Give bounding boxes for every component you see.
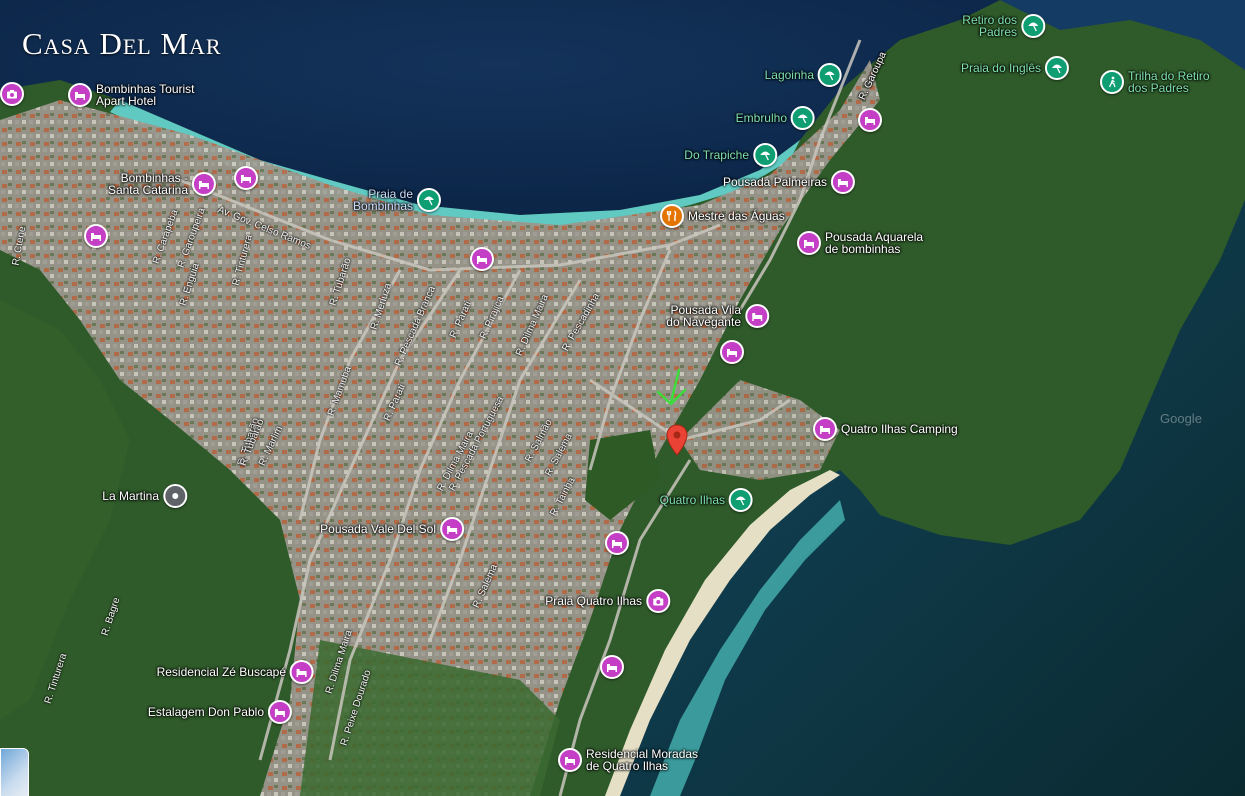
poi-label: Quatro Ilhas [659, 493, 725, 507]
fork-knife-icon [660, 204, 684, 228]
lodging-pin[interactable] [720, 340, 744, 364]
poi-label: Lagoinha [764, 68, 814, 82]
praia-de-bombinhas-poi[interactable]: Praia de Bombinhas [353, 188, 441, 212]
poi-label: Estalagem Don Pablo [147, 705, 264, 719]
camera-icon [0, 82, 24, 106]
bed-icon [831, 170, 855, 194]
mestre-das-aguas-poi[interactable]: Mestre das Águas [660, 204, 785, 228]
hiker-icon [1100, 70, 1124, 94]
poi-label: Trilha do Retiro dos Padres [1128, 69, 1210, 95]
beach-umbrella-icon [791, 106, 815, 130]
poi-label: Mestre das Águas [688, 209, 785, 223]
bombinhas-sc-poi[interactable]: Bombinhas - Santa Catarina [108, 172, 216, 196]
bed-icon [558, 748, 582, 772]
circle-dot-icon [163, 484, 187, 508]
bed-icon [745, 304, 769, 328]
beach-umbrella-icon [417, 188, 441, 212]
poi-label: Pousada Aquarela de bombinhas [825, 230, 924, 256]
beach-umbrella-icon [729, 488, 753, 512]
bed-icon [813, 417, 837, 441]
praia-do-ingles-poi[interactable]: Praia do Inglês [961, 56, 1069, 80]
poi-label: Praia do Inglês [960, 61, 1041, 75]
poi-label: Bombinhas - Santa Catarina [107, 171, 188, 197]
poi-label: Praia Quatro Ilhas [545, 594, 642, 608]
poi-label: Pousada Palmeiras [722, 175, 827, 189]
poi-label: Bombinhas Tourist Apart Hotel [96, 82, 195, 108]
lodging-pin[interactable] [600, 655, 624, 679]
beach-umbrella-icon [1045, 56, 1069, 80]
bed-icon [720, 340, 744, 364]
bed-icon [192, 172, 216, 196]
poi-label: Residencial Moradas de Quatro Ilhas [586, 747, 699, 773]
lodging-pin[interactable] [84, 224, 108, 248]
bed-icon [600, 655, 624, 679]
do-trapiche-poi[interactable]: Do Trapiche [684, 143, 777, 167]
unlabeled-camera-poi[interactable] [0, 82, 28, 106]
poi-label: Do Trapiche [684, 148, 749, 162]
camera-icon [646, 589, 670, 613]
satellite-map[interactable]: Casa Del Mar Bombinhas Tourist Apart Hot… [0, 0, 1245, 796]
pousada-vila-navegante-poi[interactable]: Pousada Vila do Navegante [666, 304, 769, 328]
beach-umbrella-icon [1021, 14, 1045, 38]
poi-label: La Martina [102, 489, 159, 503]
pousada-palmeiras-poi[interactable]: Pousada Palmeiras [723, 170, 855, 194]
bed-icon [470, 247, 494, 271]
poi-label: Pousada Vila do Navegante [666, 303, 741, 329]
estalagem-don-pablo-poi[interactable]: Estalagem Don Pablo [148, 700, 292, 724]
residencial-moradas-poi[interactable]: Residencial Moradas de Quatro Ilhas [558, 748, 698, 772]
embrulho-poi[interactable]: Embrulho [736, 106, 815, 130]
bed-icon [440, 517, 464, 541]
beach-umbrella-icon [818, 63, 842, 87]
la-martina-poi[interactable]: La Martina [102, 484, 187, 508]
lodging-pin[interactable] [470, 247, 494, 271]
praia-quatro-ilhas-poi[interactable]: Praia Quatro Ilhas [545, 589, 670, 613]
pousada-aquarela-poi[interactable]: Pousada Aquarela de bombinhas [797, 231, 923, 255]
bed-icon [268, 700, 292, 724]
poi-label: Pousada Vale Del Sol [320, 522, 436, 536]
map-title: Casa Del Mar [22, 26, 222, 61]
bed-icon [234, 166, 258, 190]
lagoinha-poi[interactable]: Lagoinha [765, 63, 842, 87]
poi-label: Residencial Zé Buscapé [156, 665, 286, 679]
lodging-pin[interactable] [605, 531, 629, 555]
bed-icon [84, 224, 108, 248]
bed-icon [797, 231, 821, 255]
bed-icon [290, 660, 314, 684]
lodging-pin[interactable] [858, 108, 882, 132]
pousada-vale-del-sol-poi[interactable]: Pousada Vale Del Sol [320, 517, 464, 541]
beach-umbrella-icon [753, 143, 777, 167]
quatro-ilhas-poi[interactable]: Quatro Ilhas [660, 488, 753, 512]
layer-thumbnail-button[interactable] [0, 748, 29, 796]
bed-icon [605, 531, 629, 555]
bed-icon [68, 83, 92, 107]
unlabeled-lodging-poi[interactable] [234, 166, 262, 190]
hand-drawn-arrow-icon [656, 368, 687, 406]
poi-label: Embrulho [735, 111, 787, 125]
bombinhas-tourist-poi[interactable]: Bombinhas Tourist Apart Hotel [68, 83, 195, 107]
retiro-dos-padres-poi[interactable]: Retiro dos Padres [962, 14, 1045, 38]
google-watermark: Google [1160, 411, 1202, 426]
residencial-ze-buscape-poi[interactable]: Residencial Zé Buscapé [157, 660, 314, 684]
trilha-retiro-poi[interactable]: Trilha do Retiro dos Padres [1100, 70, 1210, 94]
poi-label: Praia de Bombinhas [352, 187, 413, 213]
location-marker-icon[interactable] [666, 424, 688, 456]
poi-label: Quatro Ilhas Camping [841, 422, 958, 436]
quatro-ilhas-camping-poi[interactable]: Quatro Ilhas Camping [813, 417, 958, 441]
poi-label: Retiro dos Padres [962, 13, 1017, 39]
bed-icon [858, 108, 882, 132]
